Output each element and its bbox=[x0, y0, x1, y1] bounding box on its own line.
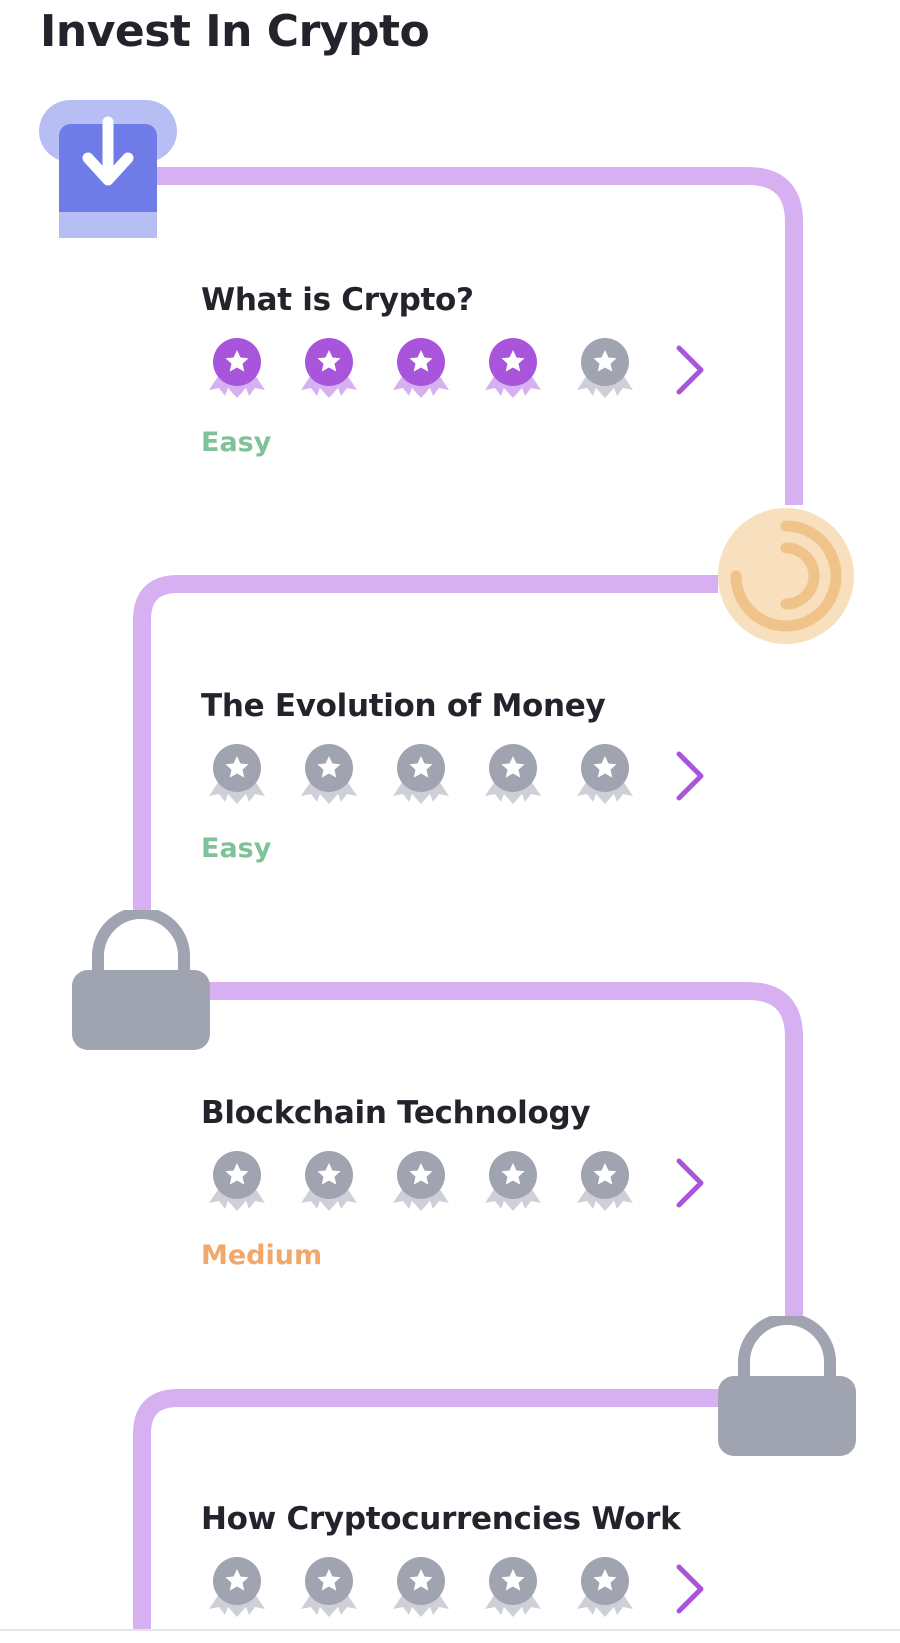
difficulty-label: Easy bbox=[201, 833, 272, 864]
download-arrow-icon bbox=[39, 100, 177, 238]
badge-earned-icon bbox=[293, 334, 365, 406]
lock-icon bbox=[72, 907, 210, 1050]
badge-locked-icon bbox=[293, 1553, 365, 1625]
difficulty-label: Easy bbox=[201, 427, 272, 458]
badge-locked-icon bbox=[385, 1553, 457, 1625]
chevron-right-icon[interactable] bbox=[669, 1155, 709, 1211]
lock-node-2[interactable] bbox=[716, 1313, 858, 1458]
badge-locked-icon bbox=[477, 1147, 549, 1219]
lesson-card[interactable]: The Evolution of Money Easy bbox=[201, 688, 761, 864]
lesson-title: The Evolution of Money bbox=[201, 688, 606, 724]
badge-locked-icon bbox=[201, 1147, 273, 1219]
lesson-card[interactable]: What is Crypto? Easy bbox=[201, 282, 761, 458]
badge-locked-icon bbox=[477, 740, 549, 812]
badge-locked-icon bbox=[385, 740, 457, 812]
badge-locked-icon bbox=[569, 740, 641, 812]
chevron-right-icon[interactable] bbox=[669, 342, 709, 398]
badge-earned-icon bbox=[385, 334, 457, 406]
progress-ring-icon bbox=[718, 508, 854, 644]
difficulty-label: Medium bbox=[201, 1240, 323, 1271]
badge-locked-icon bbox=[385, 1147, 457, 1219]
lock-node-1[interactable] bbox=[70, 907, 212, 1052]
badge-earned-icon bbox=[201, 334, 273, 406]
lesson-title: Blockchain Technology bbox=[201, 1095, 591, 1131]
start-node[interactable] bbox=[38, 100, 178, 240]
lesson-title: What is Crypto? bbox=[201, 282, 474, 318]
lesson-card[interactable]: How Cryptocurrencies Work bbox=[201, 1501, 761, 1617]
progress-node[interactable] bbox=[716, 506, 856, 646]
badge-locked-icon bbox=[201, 740, 273, 812]
chevron-right-icon[interactable] bbox=[669, 1561, 709, 1617]
badge-locked-icon bbox=[569, 334, 641, 406]
badge-locked-icon bbox=[293, 740, 365, 812]
star-rating bbox=[201, 740, 721, 830]
badge-locked-icon bbox=[201, 1553, 273, 1625]
badge-locked-icon bbox=[477, 1553, 549, 1625]
badge-locked-icon bbox=[569, 1553, 641, 1625]
star-rating bbox=[201, 1147, 721, 1237]
lesson-title: How Cryptocurrencies Work bbox=[201, 1501, 681, 1537]
badge-locked-icon bbox=[293, 1147, 365, 1219]
star-rating bbox=[201, 334, 721, 424]
badge-earned-icon bbox=[477, 334, 549, 406]
lesson-card[interactable]: Blockchain Technology Medium bbox=[201, 1095, 761, 1271]
lock-icon bbox=[718, 1313, 856, 1456]
chevron-right-icon[interactable] bbox=[669, 748, 709, 804]
badge-locked-icon bbox=[569, 1147, 641, 1219]
